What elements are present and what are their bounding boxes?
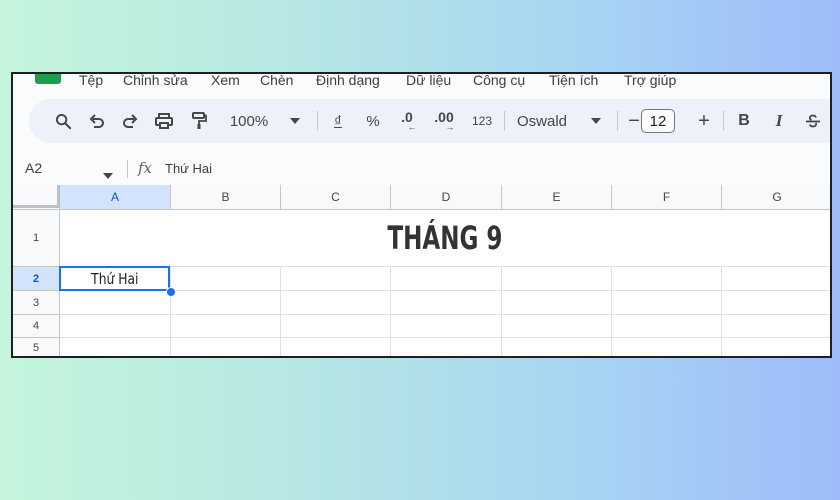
search-menus-icon[interactable]: [51, 99, 75, 143]
arrow-right-icon: →: [445, 122, 455, 132]
menu-bar: Tệp Chỉnh sửa Xem Chèn Định dạng Dữ liệu…: [13, 74, 830, 91]
currency-label: ₫: [334, 112, 342, 130]
gridline: [60, 266, 830, 267]
row-header-2[interactable]: 2: [13, 267, 60, 291]
italic-button[interactable]: I: [770, 99, 788, 143]
select-all-corner[interactable]: [13, 185, 60, 210]
menu-extensions[interactable]: Tiện ích: [549, 74, 598, 88]
decrease-decimal-button[interactable]: .0 ←: [395, 99, 419, 143]
formula-divider: [127, 160, 128, 178]
number-format-label: 123: [471, 114, 493, 128]
zoom-chevron-down-icon[interactable]: [287, 99, 303, 143]
row-header-4[interactable]: 4: [13, 315, 60, 338]
increase-font-size-button[interactable]: +: [695, 99, 713, 143]
row-header-3[interactable]: 3: [13, 291, 60, 315]
strikethrough-icon[interactable]: [803, 99, 823, 143]
bold-label: B: [738, 112, 750, 129]
column-header-g[interactable]: G: [722, 185, 830, 210]
plus-icon: +: [698, 109, 710, 132]
bold-button[interactable]: B: [735, 99, 753, 143]
percent-format-button[interactable]: %: [363, 99, 383, 143]
increase-decimal-button[interactable]: .00 →: [429, 99, 459, 143]
month-title: THÁNG 9: [387, 219, 503, 257]
font-chevron-down-icon[interactable]: [588, 99, 604, 143]
gridline: [280, 266, 281, 356]
percent-label: %: [366, 112, 380, 130]
sheet-grid: A B C D E F G 1 2 3 4 5 THÁNG 9 Thứ Hai: [13, 185, 830, 356]
menu-data[interactable]: Dữ liệu: [406, 74, 451, 88]
gridline: [170, 266, 171, 356]
gridline: [721, 266, 722, 356]
redo-icon[interactable]: [118, 99, 142, 143]
menu-view[interactable]: Xem: [211, 74, 240, 88]
row-header-5[interactable]: 5: [13, 338, 60, 356]
paint-format-icon[interactable]: [187, 99, 211, 143]
column-header-e[interactable]: E: [502, 185, 612, 210]
font-size-input[interactable]: 12: [641, 109, 675, 133]
fill-handle[interactable]: [166, 287, 176, 297]
name-box[interactable]: A2: [25, 160, 42, 176]
spreadsheet-window: Tệp Chỉnh sửa Xem Chèn Định dạng Dữ liệu…: [11, 72, 832, 358]
merged-title-cell[interactable]: THÁNG 9: [60, 210, 830, 266]
row-header-1[interactable]: 1: [13, 210, 60, 267]
font-family-value: Oswald: [517, 112, 568, 130]
column-header-b[interactable]: B: [171, 185, 281, 210]
name-box-chevron-down-icon[interactable]: [103, 166, 113, 182]
menu-file[interactable]: Tệp: [79, 74, 103, 88]
toolbar-divider: [723, 111, 724, 131]
gridline: [611, 266, 612, 356]
menu-edit[interactable]: Chỉnh sửa: [123, 74, 188, 88]
print-icon[interactable]: [151, 99, 177, 143]
column-header-a[interactable]: A: [60, 185, 171, 210]
undo-icon[interactable]: [85, 99, 109, 143]
gridline: [501, 266, 502, 356]
gridline: [390, 266, 391, 356]
gridline: [60, 337, 830, 338]
font-family-select[interactable]: Oswald: [517, 99, 577, 143]
column-header-f[interactable]: F: [612, 185, 722, 210]
zoom-select[interactable]: 100%: [225, 99, 273, 143]
menu-format[interactable]: Định dạng: [316, 74, 380, 88]
decrease-font-size-button[interactable]: −: [626, 99, 642, 143]
function-icon: fx: [138, 159, 153, 177]
column-header-c[interactable]: C: [281, 185, 391, 210]
toolbar-divider: [504, 111, 505, 131]
formula-bar: A2 fx Thứ Hai: [13, 154, 830, 184]
minus-icon: −: [628, 109, 640, 132]
sheets-logo-icon[interactable]: [35, 74, 61, 84]
toolbar: 100% ₫ % .0 ← .00 → 123 Oswald − 12 + B …: [29, 99, 830, 143]
gridline: [60, 314, 830, 315]
toolbar-divider: [617, 111, 618, 131]
italic-label: I: [775, 111, 783, 130]
active-cell-selection: [59, 266, 170, 291]
menu-insert[interactable]: Chèn: [260, 74, 293, 88]
formula-input[interactable]: Thứ Hai: [165, 161, 212, 176]
font-size-value: 12: [649, 112, 667, 130]
menu-help[interactable]: Trợ giúp: [624, 74, 676, 88]
zoom-value: 100%: [229, 112, 269, 130]
number-format-button[interactable]: 123: [467, 99, 497, 143]
column-header-d[interactable]: D: [391, 185, 502, 210]
currency-format-button[interactable]: ₫: [329, 99, 347, 143]
arrow-left-icon: ←: [407, 122, 417, 132]
menu-tools[interactable]: Công cụ: [473, 74, 525, 88]
toolbar-divider: [317, 111, 318, 131]
